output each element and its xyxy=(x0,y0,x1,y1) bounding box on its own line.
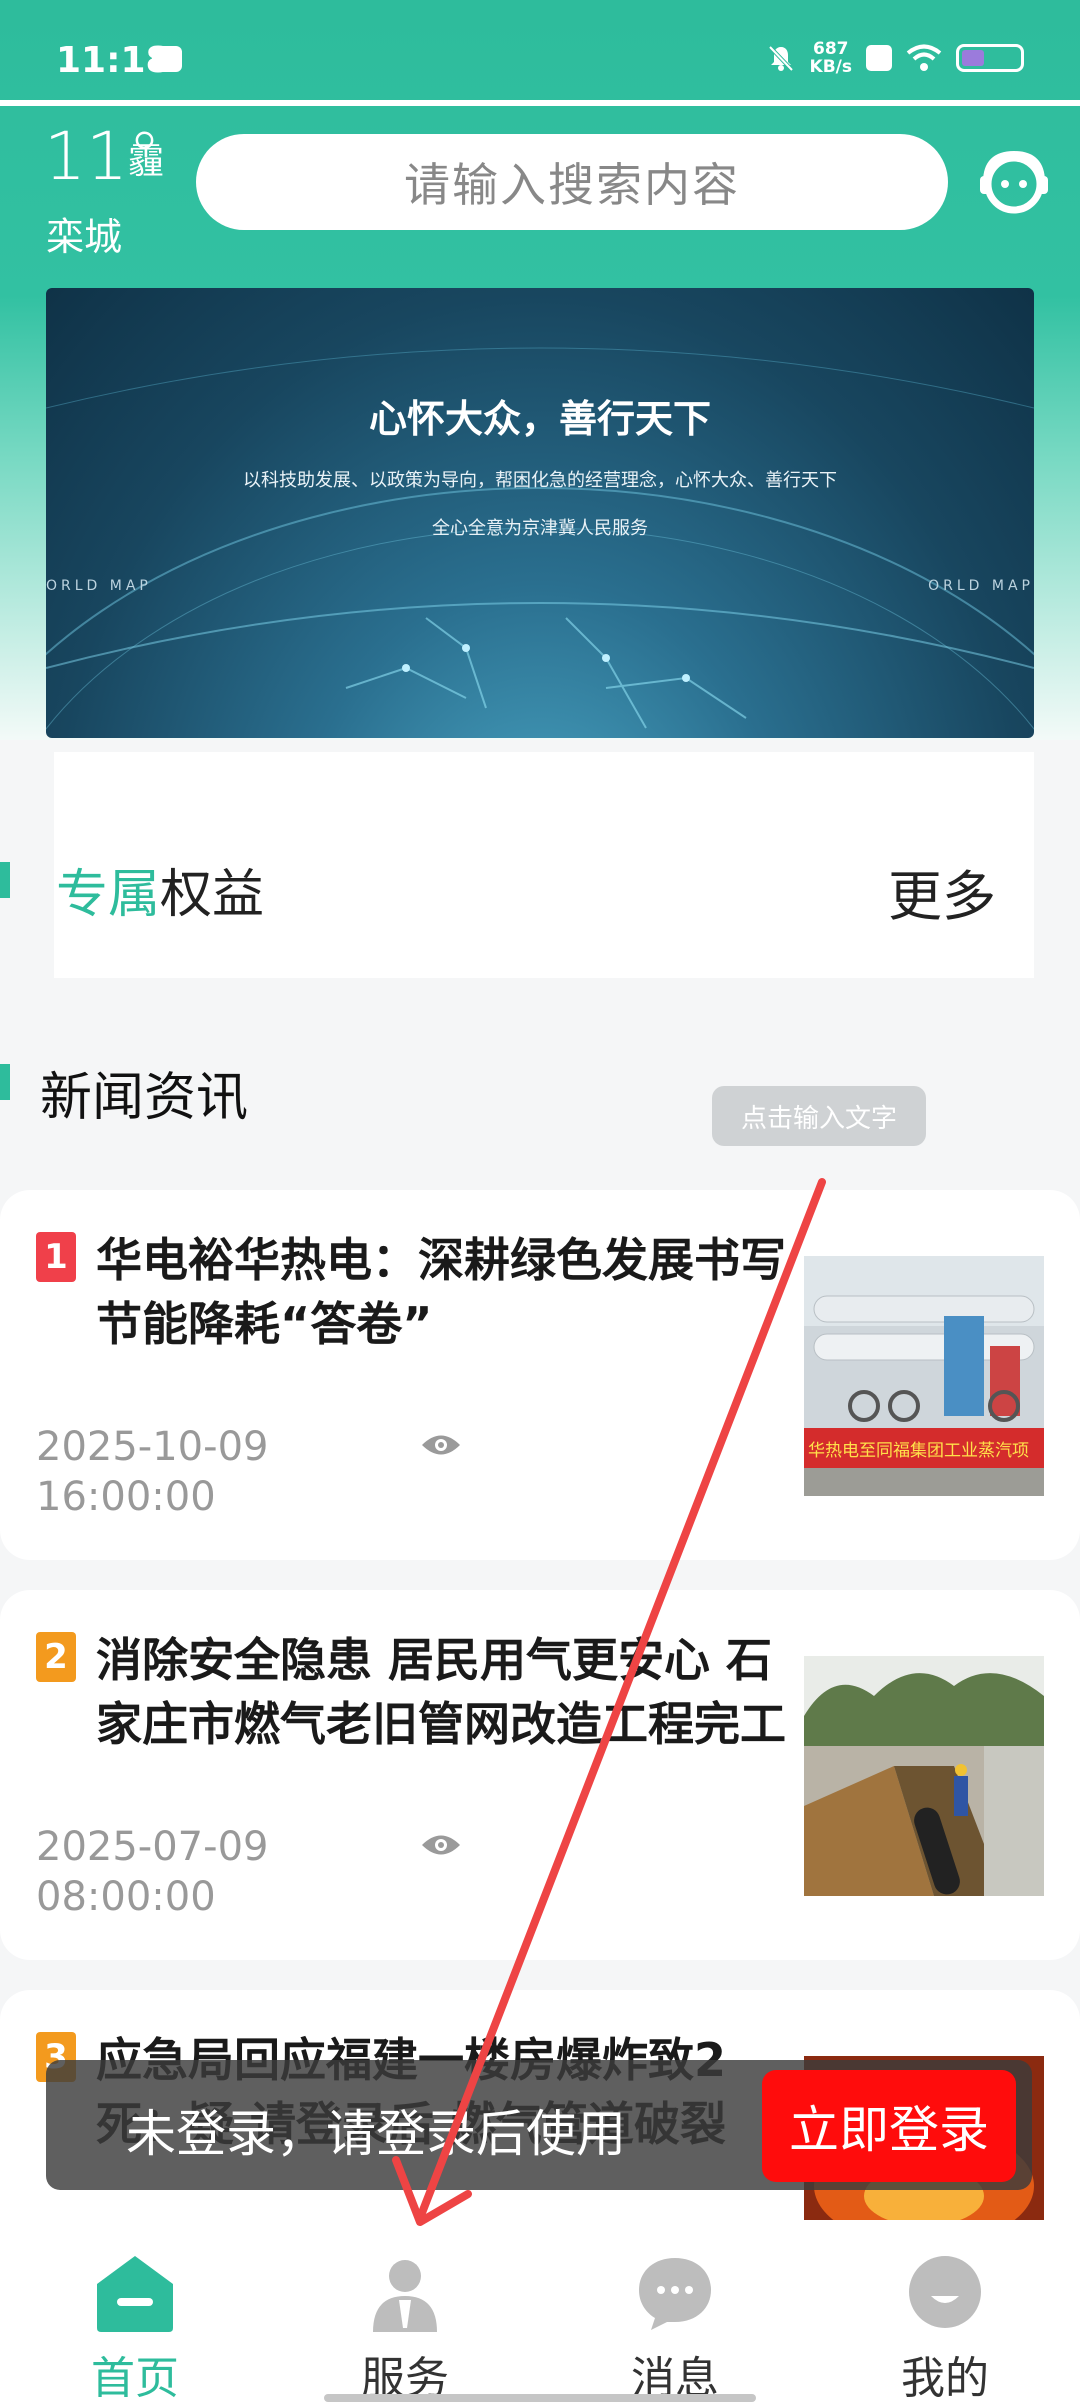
news-headline-1[interactable]: 华电裕华热电：深耕绿色发展书写节能降耗“答卷” xyxy=(96,1228,796,1356)
network-speed-unit: KB/s xyxy=(809,57,852,77)
tab-mine[interactable]: 我的 xyxy=(810,2220,1080,2408)
header-divider xyxy=(0,100,1080,106)
home-icon xyxy=(97,2256,173,2332)
rank-badge-1: 1 xyxy=(36,1232,76,1282)
promo-banner[interactable]: 心怀大众，善行天下 以科技助发展、以政策为导向，帮困化急的经营理念，心怀大众、善… xyxy=(46,288,1034,738)
banner-title: 心怀大众，善行天下 xyxy=(368,397,711,441)
profile-face-icon xyxy=(909,2256,981,2328)
news-date-1-time: 16:00:00 xyxy=(36,1474,216,1520)
login-now-button[interactable]: 立即登录 xyxy=(762,2070,1016,2182)
tab-mine-label: 我的 xyxy=(901,2353,989,2404)
message-notification-icon xyxy=(152,46,182,72)
weather-city[interactable]: 栾城 xyxy=(46,206,122,261)
news-date-2-time: 08:00:00 xyxy=(36,1874,216,1920)
services-person-icon xyxy=(373,2260,437,2332)
sim-icon xyxy=(866,45,892,71)
benefits-title-accent: 专属 xyxy=(56,865,161,925)
mute-bell-icon xyxy=(768,45,793,72)
pipeline-construction-image xyxy=(804,1656,1044,1896)
home-indicator xyxy=(324,2394,756,2402)
tab-home[interactable]: 首页 xyxy=(0,2220,270,2408)
tab-messages[interactable]: 消息 xyxy=(540,2220,810,2408)
chat-bubble-icon xyxy=(639,2258,711,2330)
bottom-tab-bar: 首页 服务 消息 我的 xyxy=(0,2220,1080,2408)
benefits-section-marker xyxy=(0,862,10,898)
news-date-2-day: 2025-07-09 xyxy=(36,1824,269,1870)
battery-level xyxy=(962,50,984,66)
battery-icon xyxy=(956,44,1024,72)
network-speed-value: 687 xyxy=(813,39,849,59)
news-section-marker xyxy=(0,1064,10,1100)
news-thumbnail-2[interactable] xyxy=(804,1656,1044,1896)
news-section-title: 新闻资讯 xyxy=(40,1068,249,1128)
search-placeholder: 请输入搜索内容 xyxy=(404,158,740,212)
thumb-caption-1: 华热电至同福集团工业蒸汽项 xyxy=(808,1441,1029,1461)
banner-map-label-right: ORLD MAP xyxy=(928,578,1034,594)
news-headline-2[interactable]: 消除安全隐患 居民用气更安心 石家庄市燃气老旧管网改造工程完工 xyxy=(96,1628,796,1756)
news-date-2: 2025-07-09 08:00:00 xyxy=(36,1822,268,1922)
news-date-1: 2025-10-09 16:00:00 xyxy=(36,1422,268,1522)
benefits-title-rest: 权益 xyxy=(160,865,265,925)
industrial-pipes-image: 华热电至同福集团工业蒸汽项 xyxy=(804,1256,1044,1496)
search-input[interactable]: 请输入搜索内容 xyxy=(196,134,948,230)
banner-map-label-left: ORLD MAP xyxy=(46,578,152,594)
network-speed: 687 KB/s xyxy=(810,40,852,76)
status-bar: 11:18 687 KB/s xyxy=(0,0,1080,100)
banner-decoration xyxy=(46,347,1034,731)
wifi-icon xyxy=(906,44,942,71)
input-text-tip[interactable]: 点击输入文字 xyxy=(712,1086,926,1146)
weather-condition: 霾 xyxy=(128,141,165,182)
status-indicators: 687 KB/s xyxy=(766,40,1024,76)
news-thumbnail-1[interactable]: 华热电至同福集团工业蒸汽项 xyxy=(804,1256,1044,1496)
benefits-more-link[interactable]: 更多 xyxy=(888,852,996,931)
banner-subtitle: 以科技助发展、以政策为导向，帮困化急的经营理念，心怀大众、善行天下 xyxy=(243,470,837,491)
news-date-1-day: 2025-10-09 xyxy=(36,1424,269,1470)
rank-badge-2: 2 xyxy=(36,1632,76,1682)
tab-services[interactable]: 服务 xyxy=(270,2220,540,2408)
view-count-eye-icon xyxy=(422,1435,460,1455)
toast-message: 未登录，请登录后使用 xyxy=(126,2105,626,2163)
customer-service-icon[interactable] xyxy=(978,146,1050,218)
benefits-title: 专属权益 xyxy=(56,852,264,927)
tab-home-label: 首页 xyxy=(91,2353,179,2404)
banner-subtitle-2: 全心全意为京津冀人民服务 xyxy=(432,518,648,539)
view-count-eye-icon xyxy=(422,1835,460,1855)
